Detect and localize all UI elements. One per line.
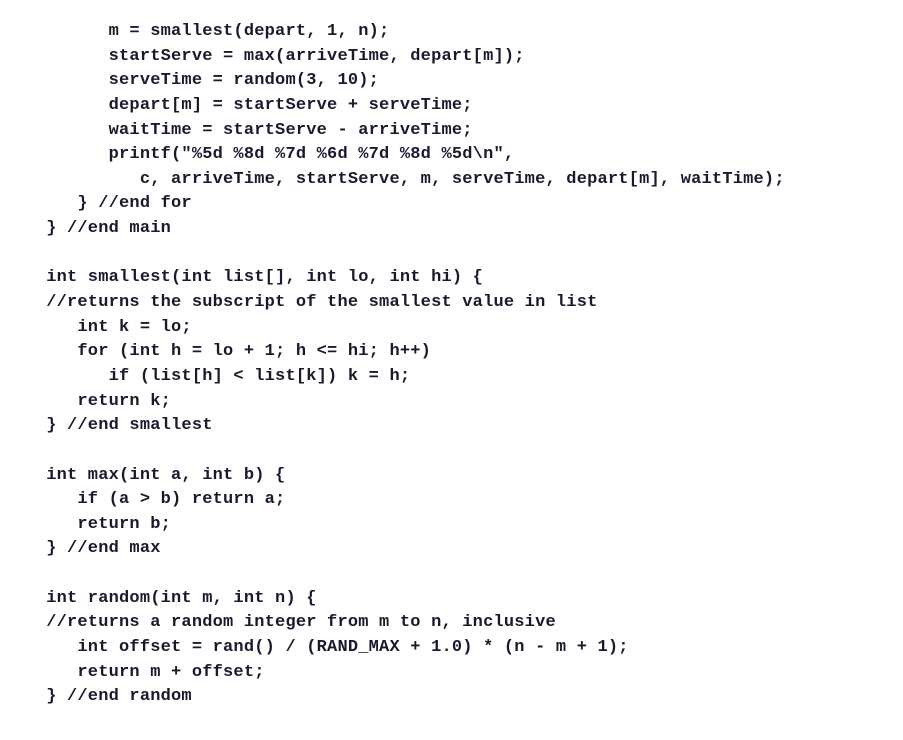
code-line: depart[m] = startServe + serveTime; bbox=[15, 96, 473, 115]
code-line: } //end max bbox=[15, 539, 161, 558]
code-line: return m + offset; bbox=[15, 663, 265, 682]
code-line: return b; bbox=[15, 515, 171, 534]
code-line: } //end random bbox=[15, 687, 192, 706]
code-line: if (a > b) return a; bbox=[15, 490, 285, 509]
code-line: c, arriveTime, startServe, m, serveTime,… bbox=[15, 170, 785, 189]
code-line: waitTime = startServe - arriveTime; bbox=[15, 121, 473, 140]
code-line: if (list[h] < list[k]) k = h; bbox=[15, 367, 410, 386]
code-line: return k; bbox=[15, 392, 171, 411]
code-line: m = smallest(depart, 1, n); bbox=[15, 22, 389, 41]
code-line: //returns a random integer from m to n, … bbox=[15, 613, 556, 632]
code-line: printf("%5d %8d %7d %6d %7d %8d %5d\n", bbox=[15, 145, 514, 164]
code-line: for (int h = lo + 1; h <= hi; h++) bbox=[15, 342, 431, 361]
code-line: int max(int a, int b) { bbox=[15, 466, 285, 485]
code-line: serveTime = random(3, 10); bbox=[15, 71, 379, 90]
code-line: int offset = rand() / (RAND_MAX + 1.0) *… bbox=[15, 638, 629, 657]
code-line: } //end for bbox=[15, 194, 192, 213]
code-line: int k = lo; bbox=[15, 318, 192, 337]
code-line: } //end main bbox=[15, 219, 171, 238]
code-line: } //end smallest bbox=[15, 416, 213, 435]
code-line: int smallest(int list[], int lo, int hi)… bbox=[15, 268, 483, 287]
code-line: //returns the subscript of the smallest … bbox=[15, 293, 598, 312]
code-line: startServe = max(arriveTime, depart[m]); bbox=[15, 47, 525, 66]
code-listing: m = smallest(depart, 1, n); startServe =… bbox=[15, 20, 888, 710]
code-line: int random(int m, int n) { bbox=[15, 589, 317, 608]
